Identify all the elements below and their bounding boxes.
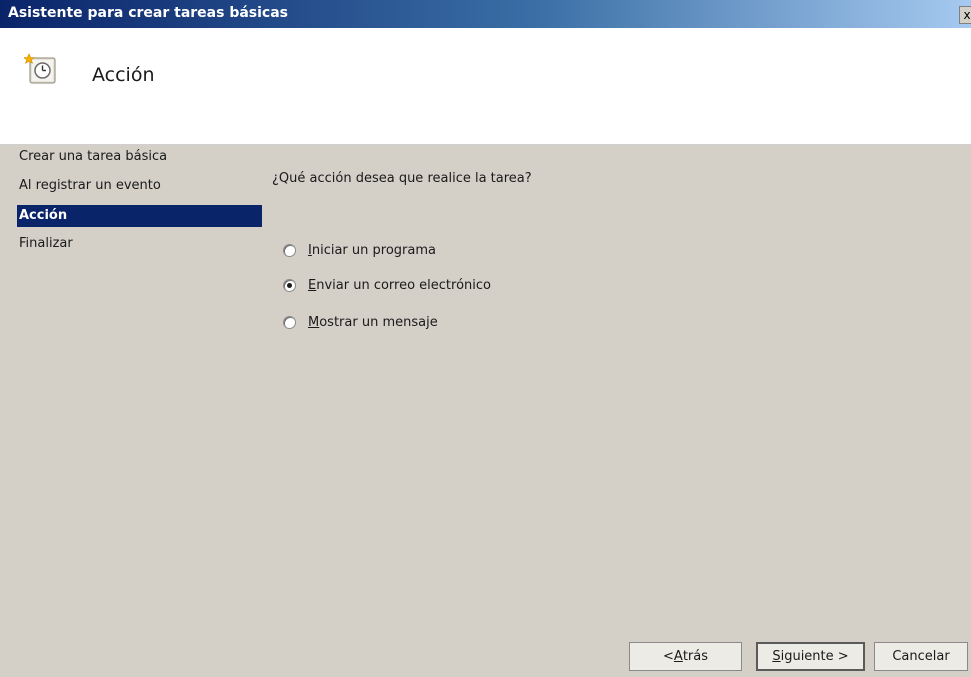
radio-start-program[interactable]	[283, 243, 296, 257]
option-label: Enviar un correo electrónico	[308, 277, 491, 293]
step-finish[interactable]: Finalizar	[17, 233, 262, 255]
title-bar[interactable]: Asistente para crear tareas básicas x	[0, 0, 971, 28]
cancel-button[interactable]: Cancelar	[874, 642, 968, 671]
step-action[interactable]: Acción	[17, 205, 262, 227]
radio-send-email[interactable]	[283, 278, 296, 292]
close-button[interactable]: x	[959, 6, 971, 24]
wizard-window: Asistente para crear tareas básicas x Ac…	[0, 0, 971, 677]
radio-show-message[interactable]	[283, 315, 296, 329]
option-start-program[interactable]: Iniciar un programa	[283, 240, 436, 260]
page-title: Acción	[92, 64, 155, 86]
back-button[interactable]: < Atrás	[629, 642, 742, 671]
task-clock-icon	[22, 53, 58, 87]
action-question: ¿Qué acción desea que realice la tarea?	[272, 171, 532, 186]
step-on-event[interactable]: Al registrar un evento	[17, 175, 262, 197]
option-label: Mostrar un mensaje	[308, 314, 438, 330]
next-button[interactable]: Siguiente >	[756, 642, 865, 671]
window-title: Asistente para crear tareas básicas	[8, 5, 289, 21]
step-create-basic-task[interactable]: Crear una tarea básica	[17, 146, 262, 168]
wizard-header: Acción	[0, 28, 971, 145]
option-show-message[interactable]: Mostrar un mensaje	[283, 312, 438, 332]
option-send-email[interactable]: Enviar un correo electrónico	[283, 275, 491, 295]
option-label: Iniciar un programa	[308, 242, 436, 258]
